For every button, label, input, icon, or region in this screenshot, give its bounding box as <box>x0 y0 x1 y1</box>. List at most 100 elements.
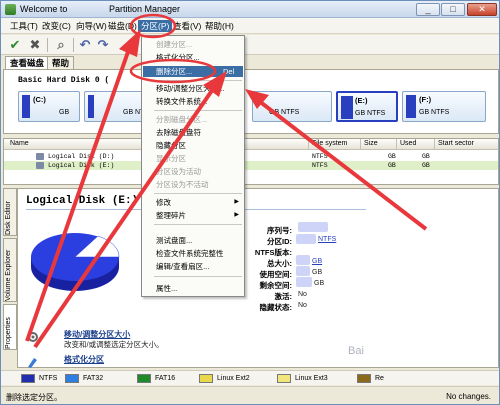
disk-map: Basic Hard Disk 0 ( (C:) GB GB NTFS GB N… <box>3 69 499 134</box>
prop-active-value: No <box>298 291 307 298</box>
tab-disk-editor[interactable]: Disk Editor <box>3 188 17 236</box>
menu-item-delete-partition[interactable]: 删除分区... Del <box>143 66 243 77</box>
close-button[interactable]: ✕ <box>467 3 497 16</box>
list-header: Name File system Size Used Start sector <box>4 139 498 150</box>
title-bar: Welcome to Partition Manager _ □ ✕ <box>1 1 499 18</box>
prop-total-size-value[interactable]: GB <box>312 258 322 265</box>
menu-item-modify-label: 修改 <box>156 198 171 207</box>
prop-serial-label: 序列号: <box>267 226 292 235</box>
column-name[interactable]: Name <box>10 140 29 147</box>
legend-label: Re <box>375 375 384 382</box>
blurred-value <box>296 255 310 265</box>
logical-disk-title: Logical Disk (E:) <box>26 195 139 207</box>
row-size: GB <box>388 162 396 169</box>
tab-properties-label: Properties <box>5 317 12 349</box>
minimize-button[interactable]: _ <box>416 3 440 16</box>
submenu-arrow-icon: ▶ <box>234 199 239 205</box>
menu-item-edit-sectors[interactable]: 编辑/查看扇区... <box>143 261 243 272</box>
legend-label: FAT16 <box>155 375 176 382</box>
menu-item-convert-fs[interactable]: 转换文件系统... <box>143 96 243 107</box>
partition-menu-dropdown: 创建分区... 格式化分区... 删除分区... Del 移动/调整分区大小..… <box>141 35 245 297</box>
legend-label: NTFS <box>39 375 58 382</box>
menu-change[interactable]: 改变(C) <box>39 20 74 32</box>
tab-volume-explorer-label: Volume Explorer <box>5 249 12 301</box>
menu-item-resize-partition[interactable]: 移动/调整分区大小... <box>143 83 243 94</box>
tab-help[interactable]: 帮助 <box>47 56 75 69</box>
column-file-system[interactable]: File system <box>312 140 347 147</box>
menu-item-split-partition[interactable]: 分割磁盘分区... <box>143 114 243 125</box>
partition-e[interactable]: (E:) GB NTFS <box>336 91 398 122</box>
submenu-arrow-icon: ▶ <box>234 212 239 218</box>
action-resize-desc: 改变和/或调整选定分区大小。 <box>64 340 164 349</box>
column-size[interactable]: Size <box>364 140 378 147</box>
search-icon[interactable]: ⌕ <box>53 37 69 53</box>
legend-swatch <box>137 374 151 383</box>
table-row[interactable]: Logical Disk (E:) NTFS GB GB <box>4 161 498 170</box>
menu-view[interactable]: 查看(V) <box>170 20 204 32</box>
prop-hidden-value: No <box>298 302 307 309</box>
blurred-value <box>296 277 312 287</box>
row-size: GB <box>388 153 396 160</box>
undo-icon[interactable]: ↶ <box>77 37 93 53</box>
prop-partition-id-value[interactable]: NTFS <box>318 236 336 243</box>
partition-usage-bar <box>22 95 30 118</box>
tab-view-disk[interactable]: 查看磁盘 <box>5 56 50 69</box>
column-used[interactable]: Used <box>400 140 416 147</box>
action-format-title[interactable]: 格式化分区 <box>64 354 104 365</box>
tab-properties[interactable]: Properties <box>3 304 17 350</box>
tab-disk-editor-label: Disk Editor <box>5 201 12 235</box>
partition-info: GB <box>59 109 70 116</box>
partition-name: (E:) <box>355 96 368 105</box>
row-used: GB <box>422 162 430 169</box>
menu-item-hide-partition[interactable]: 隐藏分区 <box>143 140 243 151</box>
menu-tools[interactable]: 工具(T) <box>7 20 41 32</box>
blurred-value <box>296 266 310 276</box>
tab-volume-explorer[interactable]: Volume Explorer <box>3 238 17 302</box>
partition-d[interactable]: GB NTFS <box>84 91 153 122</box>
table-row[interactable]: Logical Disk (D:) NTFS GB GB <box>4 152 498 161</box>
menu-item-format-partition[interactable]: 格式化分区... <box>143 52 243 63</box>
prop-partition-id-label: 分区ID: <box>267 237 292 246</box>
menu-item-properties[interactable]: 属性... <box>143 283 243 294</box>
menu-item-set-active[interactable]: 分区设为活动 <box>143 166 243 177</box>
menu-separator <box>154 80 242 81</box>
logical-disk-icon <box>36 162 44 169</box>
partition-info: GB NTFS <box>269 109 300 116</box>
window-title-left: Welcome to <box>20 4 68 14</box>
menu-disk[interactable]: 磁盘(D) <box>105 20 140 32</box>
prop-total-size-label: 总大小: <box>267 259 292 268</box>
menu-item-create-partition[interactable]: 创建分区... <box>143 39 243 50</box>
prop-active-label: 激活: <box>274 292 293 301</box>
redo-icon[interactable]: ↷ <box>95 37 111 53</box>
action-resize[interactable]: 移动/调整分区大小 改变和/或调整选定分区大小。 <box>26 329 186 349</box>
row-name: Logical Disk (D:) <box>48 153 115 160</box>
partition-info: GB NTFS <box>419 109 450 116</box>
legend-swatch <box>357 374 371 383</box>
menu-item-set-inactive[interactable]: 分区设为不活动 <box>143 179 243 190</box>
partition-c[interactable]: (C:) GB <box>18 91 80 122</box>
maximize-button[interactable]: □ <box>441 3 465 16</box>
apply-icon[interactable]: ✔ <box>7 37 23 53</box>
app-window: Welcome to Partition Manager _ □ ✕ 工具(T)… <box>0 0 500 405</box>
prop-used-space-value: GB <box>312 269 323 276</box>
row-file-system: NTFS <box>312 162 328 169</box>
partition-f[interactable]: (F:) GB NTFS <box>402 91 486 122</box>
menu-item-modify[interactable]: 修改 ▶ <box>143 197 243 208</box>
menu-item-show-partition[interactable]: 显示分区 <box>143 153 243 164</box>
menu-item-test-surface[interactable]: 测试盘面... <box>143 235 243 246</box>
format-icon <box>28 358 37 368</box>
partition-list: Name File system Size Used Start sector … <box>3 138 499 185</box>
window-title-right: Partition Manager <box>109 4 181 14</box>
partition-info: GB NTFS <box>355 110 386 117</box>
discard-icon[interactable]: ✖ <box>27 37 43 53</box>
menu-item-remove-letter[interactable]: 去除磁盘盘符 <box>143 127 243 138</box>
menu-item-check-fs[interactable]: 检查文件系统完整性 <box>143 248 243 259</box>
partition-mid[interactable]: GB NTFS <box>252 91 332 122</box>
menu-item-defrag[interactable]: 整理碎片 ▶ <box>143 210 243 221</box>
menu-separator <box>154 276 242 277</box>
menu-partition[interactable]: 分区(P) <box>138 20 173 32</box>
column-start-sector[interactable]: Start sector <box>438 140 474 147</box>
menu-help[interactable]: 帮助(H) <box>202 20 237 32</box>
column-divider <box>308 139 309 150</box>
status-changes: No changes. <box>446 392 491 401</box>
